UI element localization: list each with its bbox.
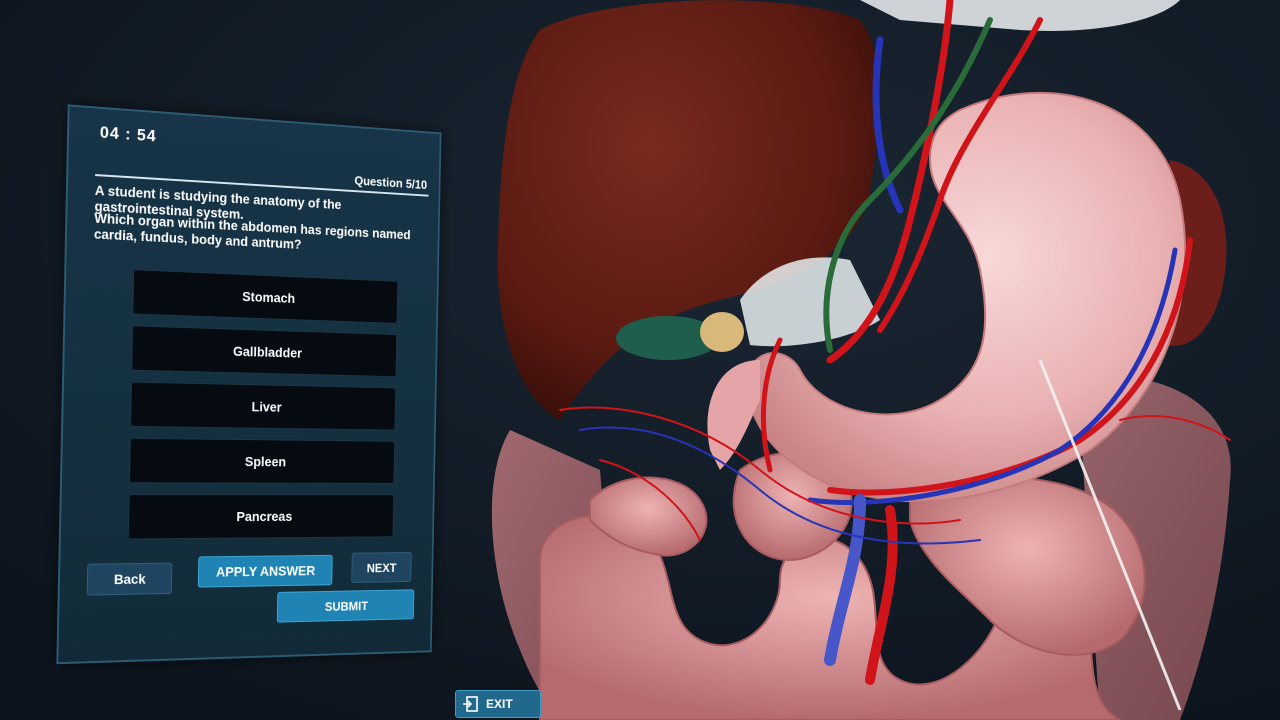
quiz-timer: 04 : 54	[100, 123, 157, 147]
option-stomach[interactable]: Stomach	[132, 269, 398, 324]
next-button[interactable]: NEXT	[351, 552, 411, 583]
apply-answer-button[interactable]: APPLY ANSWER	[198, 555, 333, 588]
exit-door-icon	[462, 695, 480, 713]
question-counter: Question 5/10	[354, 173, 427, 192]
back-button[interactable]: Back	[87, 563, 173, 596]
option-gallbladder[interactable]: Gallbladder	[131, 325, 397, 377]
option-pancreas[interactable]: Pancreas	[128, 494, 394, 539]
exit-label: EXIT	[486, 697, 513, 711]
duodenum-fat	[700, 312, 744, 352]
exit-button[interactable]: EXIT	[455, 690, 541, 718]
option-liver[interactable]: Liver	[130, 382, 396, 431]
answer-options: Stomach Gallbladder Liver Spleen Pancrea…	[128, 269, 399, 550]
submit-button[interactable]: SUBMIT	[277, 589, 415, 622]
quiz-panel: 04 : 54 Question 5/10 A student is study…	[56, 104, 441, 664]
option-spleen[interactable]: Spleen	[129, 438, 395, 484]
